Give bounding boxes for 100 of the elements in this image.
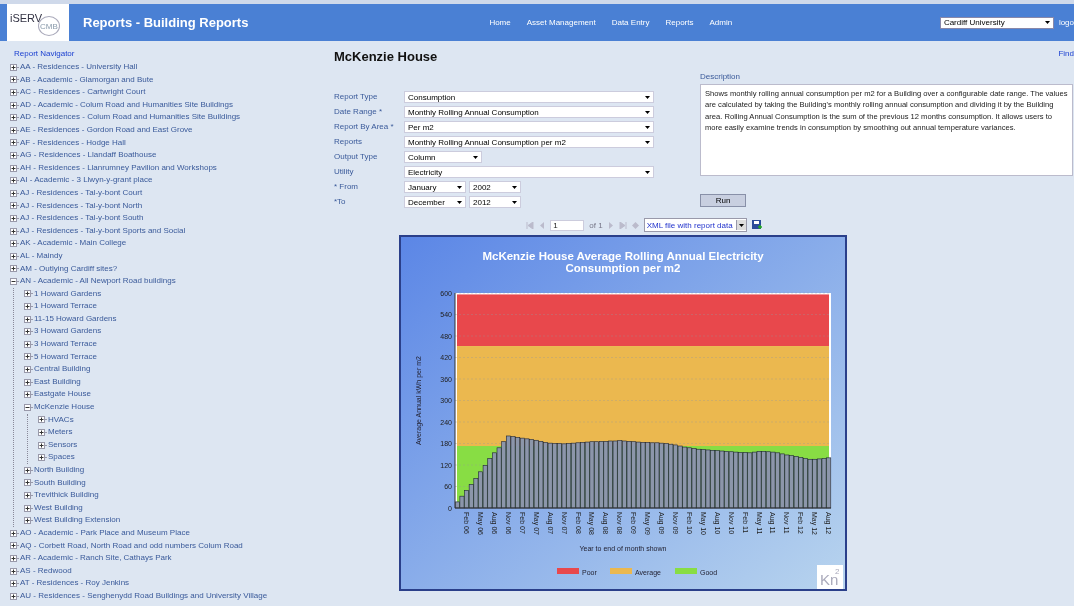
tree-item[interactable]: AO - Academic - Park Place and Museum Place — [20, 526, 190, 540]
page-number-field[interactable]: 1 — [550, 219, 585, 231]
expand-icon[interactable] — [24, 391, 33, 399]
tree-item[interactable]: AJ - Residences - Tal-y-bont Court — [20, 186, 143, 200]
tree-item[interactable]: McKenzie House — [34, 401, 95, 414]
expand-icon[interactable] — [10, 89, 19, 96]
expand-icon[interactable] — [10, 164, 19, 172]
tree-item[interactable]: AQ - Corbett Road, North Road and odd numbers Colum Road — [20, 539, 243, 553]
expand-icon[interactable] — [10, 101, 19, 109]
expand-icon[interactable] — [10, 189, 19, 197]
expand-icon[interactable] — [10, 529, 19, 537]
tree-item[interactable]: 3 Howard Terrace — [34, 338, 97, 351]
collapse-icon[interactable] — [10, 277, 19, 285]
find-link[interactable]: Find — [1058, 49, 1074, 58]
expand-icon[interactable] — [24, 340, 33, 348]
tree-item[interactable]: AT - Residences - Roy Jenkins — [20, 577, 130, 590]
tree-item[interactable]: 5 Howard Terrace — [34, 350, 97, 364]
expand-icon[interactable] — [10, 542, 19, 550]
dropdown[interactable]: Column — [404, 151, 482, 163]
organisation-dropdown[interactable]: Cardiff University — [939, 16, 1054, 29]
expand-icon[interactable] — [24, 492, 33, 499]
expand-icon[interactable] — [38, 454, 47, 462]
tree-item[interactable]: AA - Residences - University Hall — [20, 61, 138, 74]
tree-item[interactable]: HVACs — [48, 413, 74, 427]
expand-icon[interactable] — [24, 466, 33, 474]
expand-icon[interactable] — [24, 290, 33, 298]
nav-link[interactable]: Home — [489, 18, 511, 27]
expand-icon[interactable] — [10, 177, 19, 185]
expand-icon[interactable] — [24, 328, 33, 336]
tree-item[interactable]: AJ - Residences - Tal-y-bont North — [20, 199, 143, 213]
expand-icon[interactable] — [24, 315, 33, 323]
expand-icon[interactable] — [10, 114, 19, 122]
expand-icon[interactable] — [24, 517, 33, 525]
expand-icon[interactable] — [38, 429, 47, 436]
tree-item[interactable]: Trevithick Building — [34, 489, 99, 502]
nav-link[interactable]: Reports — [665, 18, 694, 27]
tree-item[interactable]: Spaces — [48, 451, 75, 464]
dropdown[interactable]: January — [404, 181, 466, 193]
tree-item[interactable]: West Building — [34, 501, 83, 515]
nav-link[interactable]: Data Entry — [611, 18, 650, 27]
tree-item[interactable]: East Building — [34, 375, 81, 389]
dropdown[interactable]: Per m2 — [404, 121, 654, 133]
tree-item[interactable]: South Building — [34, 476, 86, 490]
dropdown[interactable]: 2002 — [469, 181, 521, 193]
expand-icon[interactable] — [10, 76, 19, 84]
expand-icon[interactable] — [10, 202, 19, 210]
dropdown[interactable]: Monthly Rolling Annual Consumption — [404, 106, 654, 118]
expand-icon[interactable] — [10, 214, 19, 222]
export-format-dropdown[interactable]: XML file with report data — [643, 218, 747, 232]
expand-icon[interactable] — [24, 378, 33, 386]
nav-link[interactable]: Asset Management — [526, 18, 596, 27]
tree-item[interactable]: 1 Howard Gardens — [34, 287, 102, 301]
expand-icon[interactable] — [38, 441, 47, 449]
logout-link[interactable]: logo — [1058, 18, 1074, 27]
dropdown[interactable]: Electricity — [404, 166, 654, 178]
expand-icon[interactable] — [24, 479, 33, 487]
tree-item[interactable]: 3 Howard Gardens — [34, 325, 102, 339]
dropdown[interactable]: 2012 — [469, 196, 521, 208]
tree-item[interactable]: Eastgate House — [34, 388, 91, 402]
dropdown[interactable]: Consumption — [404, 91, 654, 103]
expand-icon[interactable] — [10, 227, 19, 235]
expand-icon[interactable] — [10, 126, 19, 134]
tree-item[interactable]: AJ - Residences - Tal-y-bont South — [20, 212, 144, 225]
tree-item[interactable]: AJ - Residences - Tal-y-bont Sports and Social — [20, 224, 186, 238]
expand-icon[interactable] — [10, 567, 19, 575]
tree-item[interactable]: AI - Academic - 3 Llwyn-y-grant place — [20, 174, 153, 187]
expand-icon[interactable] — [24, 504, 33, 512]
tree-item[interactable]: Meters — [48, 426, 73, 439]
tree-item[interactable]: AN - Academic - All Newport Road buildings — [20, 275, 176, 288]
tree-item[interactable]: Sensors — [48, 438, 78, 452]
run-button[interactable]: Run — [700, 194, 746, 207]
expand-icon[interactable] — [10, 139, 19, 147]
dropdown[interactable]: Monthly Rolling Annual Consumption per m2 — [404, 136, 654, 148]
expand-icon[interactable] — [24, 353, 33, 361]
expand-icon[interactable] — [10, 592, 19, 600]
tree-item[interactable]: AU - Residences - Senghenydd Road Buildings and University Village — [20, 589, 268, 603]
expand-icon[interactable] — [24, 303, 33, 311]
tree-item[interactable]: AL - Maindy — [20, 249, 63, 263]
expand-icon[interactable] — [10, 240, 19, 248]
tree-item[interactable]: AK - Academic - Main College — [20, 237, 127, 250]
tree-item[interactable]: AG - Residences - Llandaff Boathouse — [20, 149, 157, 162]
tree-item[interactable]: AM - Outlying Cardiff sites? — [20, 262, 118, 276]
tree-item[interactable]: North Building — [34, 464, 85, 477]
tree-item[interactable]: AF - Residences - Hodge Hall — [20, 136, 126, 150]
expand-icon[interactable] — [10, 252, 19, 260]
expand-icon[interactable] — [10, 151, 19, 159]
tree-item[interactable]: AC - Residences - Cartwright Court — [20, 86, 146, 99]
collapse-icon[interactable] — [24, 403, 33, 411]
expand-icon[interactable] — [10, 63, 19, 71]
expand-icon[interactable] — [10, 580, 19, 588]
tree-item[interactable]: 1 Howard Terrace — [34, 300, 97, 313]
save-icon[interactable] — [751, 220, 762, 230]
expand-icon[interactable] — [24, 366, 33, 374]
tree-item[interactable]: AB - Academic - Glamorgan and Bute — [20, 73, 154, 87]
dropdown[interactable]: December — [404, 196, 466, 208]
tree-item[interactable]: West Building Extension — [34, 514, 121, 527]
tree-item[interactable]: Central Building — [34, 363, 91, 376]
expand-icon[interactable] — [10, 265, 19, 273]
tree-item[interactable]: AE - Residences - Gordon Road and East Grove — [20, 123, 193, 137]
expand-icon[interactable] — [38, 416, 47, 424]
